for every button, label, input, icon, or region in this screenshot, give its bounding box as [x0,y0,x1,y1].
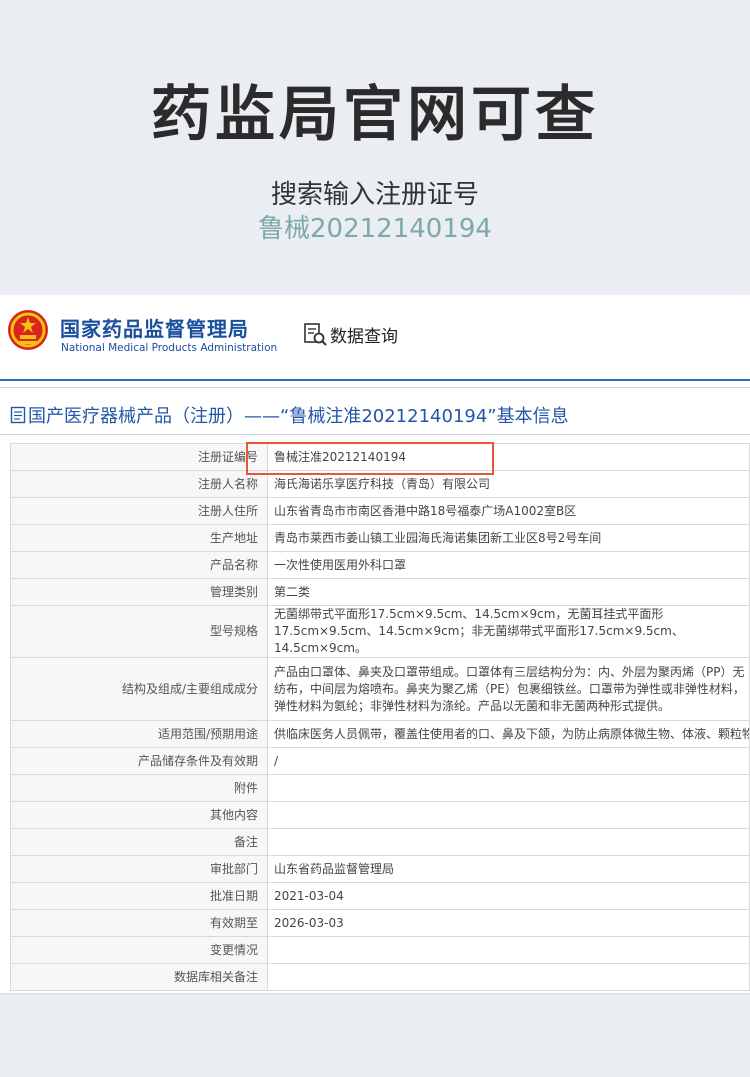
row-value: / [267,747,750,775]
row-label: 有效期至 [10,909,268,937]
row-value: 无菌绑带式平面形17.5cm×9.5cm、14.5cm×9cm，无菌耳挂式平面形… [274,607,684,655]
header-divider-light [0,387,750,388]
row-label: 结构及组成/主要组成成分 [10,657,268,721]
row-value [267,774,750,802]
data-query-link[interactable]: 数据查询 [302,321,398,347]
table-row: 产品储存条件及有效期 / [10,747,750,775]
row-value: 2026-03-03 [267,909,750,937]
row-label: 注册人住所 [10,497,268,525]
row-value: 供临床医务人员佩带，覆盖住使用者的口、鼻及下颌，为防止病原体微生物、体液、颗粒物… [267,720,750,748]
row-value: 第二类 [267,578,750,606]
table-row: 结构及组成/主要组成成分 产品由口罩体、鼻夹及口罩带组成。口罩体有三层结构分为：内… [10,657,750,721]
table-row: 附件 [10,774,750,802]
table-row: 变更情况 [10,936,750,964]
row-label: 备注 [10,828,268,856]
row-label: 注册人名称 [10,470,268,498]
row-label: 适用范围/预期用途 [10,720,268,748]
row-label: 生产地址 [10,524,268,552]
row-value: 山东省青岛市市南区香港中路18号福泰广场A1002室B区 [267,497,750,525]
section-title: 国产医疗器械产品（注册）——“鲁械注准20212140194”基本信息 [10,402,750,428]
section-title-text: 国产医疗器械产品（注册）——“鲁械注准20212140194”基本信息 [28,406,569,427]
row-label: 批准日期 [10,882,268,910]
row-label: 变更情况 [10,936,268,964]
registration-info-table: 注册证编号 鲁械注准20212140194 注册人名称 海氏海诺乐享医疗科技（青岛）… [10,443,750,991]
org-name-cn: 国家药品监督管理局 [60,317,249,341]
table-row: 型号规格 无菌绑带式平面形17.5cm×9.5cm、14.5cm×9cm，无菌耳挂… [10,605,750,658]
table-row: 注册证编号 鲁械注准20212140194 [10,443,750,471]
header-divider [0,379,750,381]
row-value [267,963,750,991]
table-row: 管理类别 第二类 [10,578,750,606]
table-row: 适用范围/预期用途 供临床医务人员佩带，覆盖住使用者的口、鼻及下颌，为防止病原体微… [10,720,750,748]
promo-subtitle: 搜索输入注册证号 [270,180,479,210]
document-icon [10,406,26,424]
row-value: 青岛市莱西市姜山镇工业园海氏海诺集团新工业区8号2号车间 [267,524,750,552]
row-value: 山东省药品监督管理局 [267,855,750,883]
national-emblem-icon [8,310,48,350]
table-row: 生产地址 青岛市莱西市姜山镇工业园海氏海诺集团新工业区8号2号车间 [10,524,750,552]
data-query-label: 数据查询 [330,326,398,347]
table-row: 备注 [10,828,750,856]
row-label: 产品名称 [10,551,268,579]
row-value: 海氏海诺乐享医疗科技（青岛）有限公司 [267,470,750,498]
table-row: 审批部门 山东省药品监督管理局 [10,855,750,883]
row-label: 注册证编号 [10,443,268,471]
table-row: 其他内容 [10,801,750,829]
promo-title: 药监局官网可查 [151,80,599,150]
row-value: 鲁械注准20212140194 [267,443,750,471]
row-value [267,936,750,964]
row-label: 管理类别 [10,578,268,606]
table-row: 有效期至 2026-03-03 [10,909,750,937]
row-value [267,801,750,829]
section-divider [0,434,750,435]
row-label: 其他内容 [10,801,268,829]
table-row: 注册人名称 海氏海诺乐享医疗科技（青岛）有限公司 [10,470,750,498]
row-label: 产品储存条件及有效期 [10,747,268,775]
table-row: 注册人住所 山东省青岛市市南区香港中路18号福泰广场A1002室B区 [10,497,750,525]
footer-divider [0,993,750,995]
promo-header: 药监局官网可查 搜索输入注册证号 鲁械20212140194 [0,0,750,295]
row-value [267,828,750,856]
row-label: 型号规格 [10,605,268,658]
site-header: 国家药品监督管理局 National Medical Products Admi… [0,295,750,379]
row-value: 产品由口罩体、鼻夹及口罩带组成。口罩体有三层结构分为：内、外层为聚丙烯（PP）无… [274,664,745,713]
promo-registration-number: 鲁械20212140194 [258,214,492,244]
row-value: 2021-03-04 [267,882,750,910]
table-row: 产品名称 一次性使用医用外科口罩 [10,551,750,579]
table-row: 数据库相关备注 [10,963,750,991]
row-label: 附件 [10,774,268,802]
table-row: 批准日期 2021-03-04 [10,882,750,910]
row-label: 审批部门 [10,855,268,883]
nmpa-page-screenshot: 国家药品监督管理局 National Medical Products Admi… [0,295,750,995]
row-label: 数据库相关备注 [10,963,268,991]
row-value: 一次性使用医用外科口罩 [267,551,750,579]
document-search-icon [304,323,327,346]
org-name-en: National Medical Products Administration [61,342,278,354]
